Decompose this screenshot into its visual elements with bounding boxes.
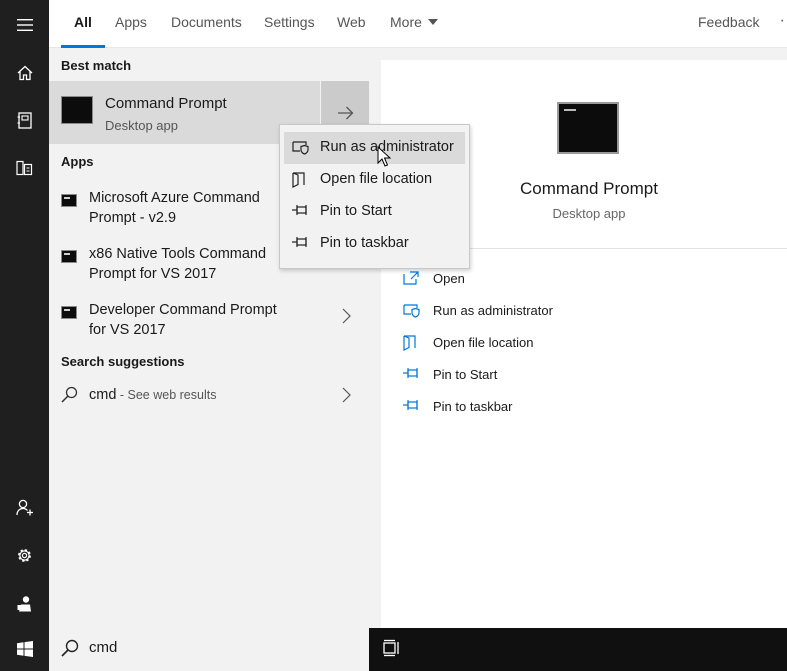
- search-box[interactable]: cmd: [49, 628, 369, 671]
- terminal-icon: [61, 194, 77, 207]
- cursor-icon: [377, 146, 391, 167]
- menu-item-label: Open file location: [320, 171, 433, 187]
- list-item[interactable]: Developer Command Prompt for VS 2017: [49, 297, 369, 349]
- search-input[interactable]: cmd: [89, 639, 117, 656]
- pin-icon: [403, 368, 418, 378]
- chevron-right-icon[interactable]: [342, 308, 351, 324]
- hamburger-menu-button[interactable]: [0, 3, 49, 47]
- start-button[interactable]: [0, 627, 49, 671]
- caret-down-icon: [427, 19, 438, 25]
- task-view-icon[interactable]: [383, 639, 401, 657]
- more-options-icon[interactable]: ·: [780, 0, 785, 48]
- tab-more[interactable]: More: [390, 0, 438, 48]
- search-suggestions-heading: Search suggestions: [61, 354, 185, 369]
- best-match-title: Command Prompt: [105, 95, 227, 112]
- feedback-link[interactable]: Feedback: [698, 0, 759, 48]
- tab-documents[interactable]: Documents: [171, 0, 242, 48]
- tab-all[interactable]: All: [61, 0, 105, 48]
- action-label: Run as administrator: [433, 303, 553, 318]
- menu-item-open-file-location[interactable]: Open file location: [284, 164, 465, 196]
- arrow-right-icon: [337, 106, 353, 119]
- tab-web[interactable]: Web: [337, 0, 366, 48]
- run-as-admin-action[interactable]: Run as administrator: [403, 301, 703, 323]
- best-match-heading: Best match: [61, 58, 132, 73]
- terminal-icon: [557, 102, 619, 154]
- gear-icon: [18, 548, 31, 562]
- best-match-subtitle: Desktop app: [105, 118, 178, 133]
- menu-icon: [16, 19, 33, 31]
- menu-item-run-as-administrator[interactable]: Run as administrator: [284, 132, 465, 164]
- app-label: x86 Native Tools Command Prompt for VS 2…: [89, 246, 267, 282]
- terminal-icon: [61, 96, 93, 124]
- documents-button[interactable]: [0, 146, 49, 190]
- suggestion-text: cmd - See web results: [89, 387, 216, 403]
- action-label: Open file location: [433, 335, 534, 350]
- notebook-button[interactable]: [0, 98, 49, 142]
- menu-item-pin-to-taskbar[interactable]: Pin to taskbar: [284, 228, 465, 260]
- user-add-icon: [15, 499, 33, 515]
- settings-button[interactable]: [0, 533, 49, 577]
- search-icon: [61, 386, 78, 403]
- menu-item-label: Pin to taskbar: [320, 235, 409, 251]
- home-icon: [17, 65, 32, 81]
- pin-icon: [403, 400, 418, 410]
- windows-icon: [16, 641, 33, 657]
- shield-icon: [403, 304, 420, 318]
- open-action[interactable]: Open: [403, 269, 703, 291]
- tab-settings[interactable]: Settings: [264, 0, 315, 48]
- context-menu: Run as administrator Open file location …: [279, 124, 470, 269]
- taskbar: [369, 628, 787, 671]
- action-label: Pin to taskbar: [433, 399, 513, 414]
- app-label: Developer Command Prompt for VS 2017: [89, 302, 277, 338]
- action-label: Open: [433, 271, 465, 286]
- open-file-location-action[interactable]: Open file location: [403, 333, 703, 355]
- add-account-button[interactable]: [0, 485, 49, 529]
- notebook-icon: [17, 111, 32, 129]
- search-icon: [61, 639, 79, 657]
- app-label: Microsoft Azure Command Prompt - v2.9: [89, 190, 260, 226]
- menu-item-label: Pin to Start: [320, 203, 392, 219]
- tab-more-label: More: [390, 14, 422, 30]
- folder-icon: [403, 335, 416, 351]
- pin-icon: [292, 237, 307, 247]
- terminal-icon: [61, 306, 77, 319]
- apps-heading: Apps: [61, 154, 94, 169]
- terminal-icon: [61, 250, 77, 263]
- user-icon: [17, 595, 31, 611]
- tab-apps[interactable]: Apps: [115, 0, 147, 48]
- pin-to-taskbar-action[interactable]: Pin to taskbar: [403, 397, 703, 419]
- user-feedback-button[interactable]: [0, 581, 49, 625]
- suggestion-hint: - See web results: [116, 388, 217, 402]
- open-icon: [403, 271, 419, 285]
- folder-icon: [292, 172, 305, 188]
- start-rail: [0, 0, 49, 671]
- home-button[interactable]: [0, 51, 49, 95]
- shield-icon: [292, 141, 309, 155]
- action-label: Pin to Start: [433, 367, 498, 382]
- search-scope-tabs: All Apps Documents Settings Web More Fee…: [49, 0, 787, 48]
- suggestion-query: cmd: [89, 387, 117, 403]
- pin-icon: [292, 205, 307, 215]
- pin-to-start-action[interactable]: Pin to Start: [403, 365, 703, 387]
- documents-icon: [16, 160, 33, 176]
- web-suggestion-item[interactable]: cmd - See web results: [49, 381, 369, 411]
- chevron-right-icon[interactable]: [342, 387, 351, 403]
- menu-item-pin-to-start[interactable]: Pin to Start: [284, 196, 465, 228]
